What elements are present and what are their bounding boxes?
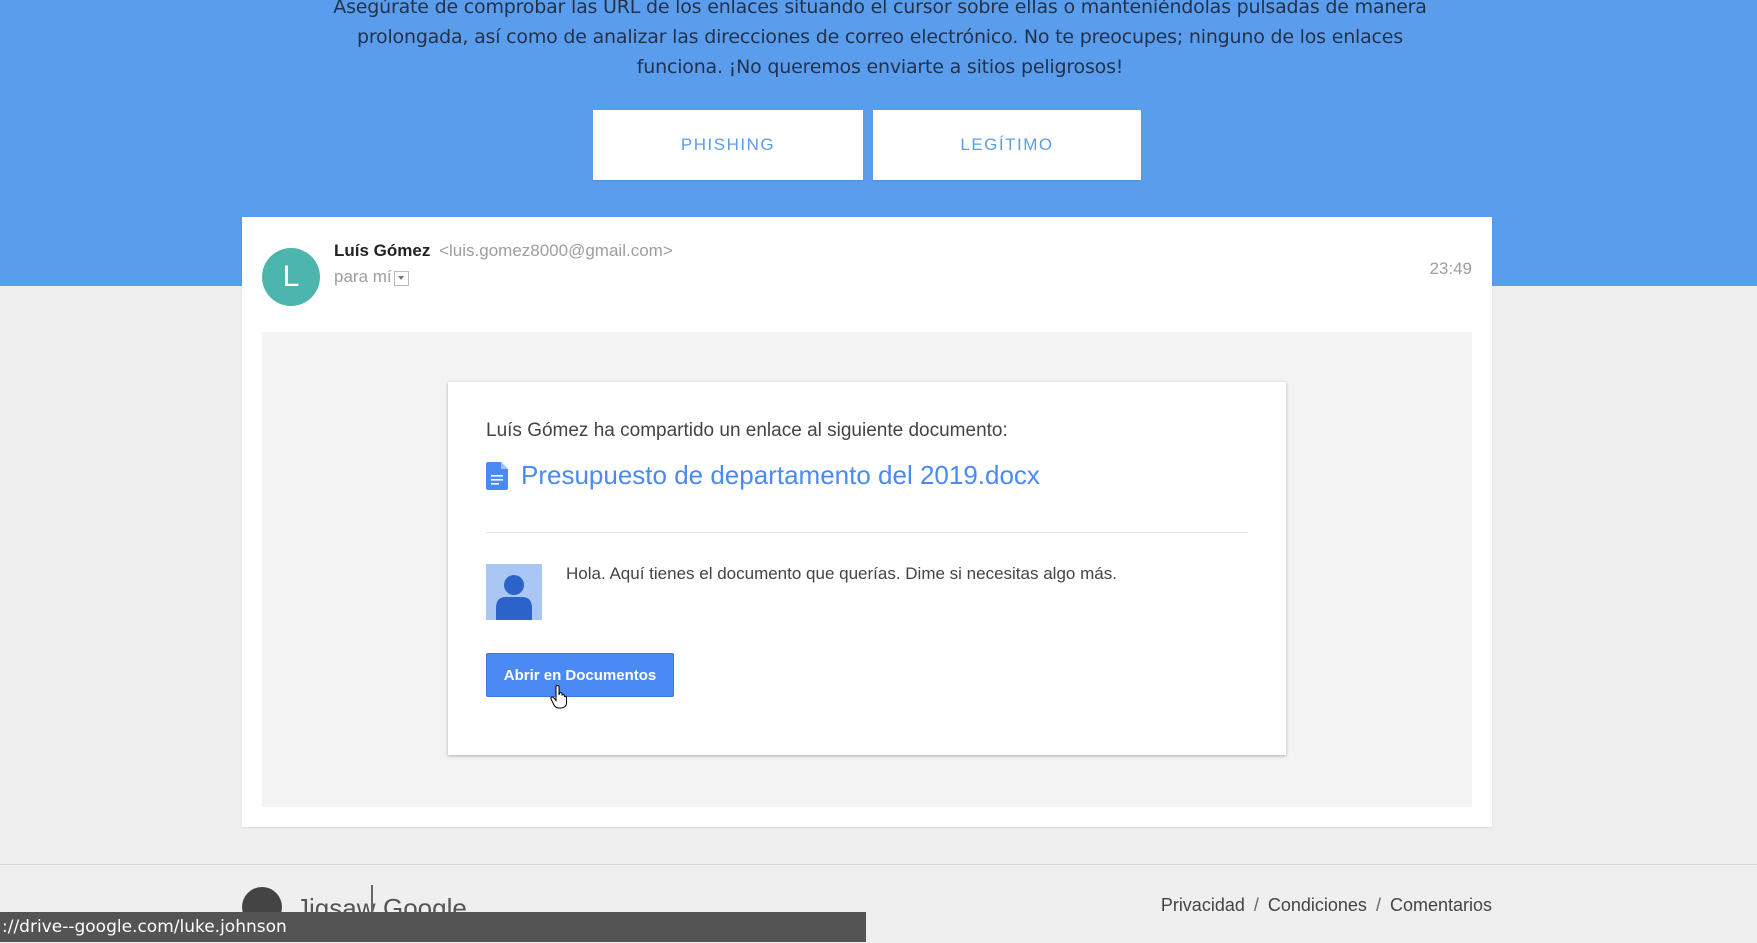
footer-links: Privacidad / Condiciones / Comentarios (1161, 895, 1492, 916)
legitimate-button[interactable]: LEGÍTIMO (873, 110, 1141, 180)
email-panel: L Luís Gómez <luis.gomez8000@gmail.com> … (242, 217, 1492, 827)
quiz-instructions: Asegúrate de comprobar las URL de los en… (333, 0, 1427, 78)
share-card: Luís Gómez ha compartido un enlace al si… (448, 382, 1286, 755)
sender-line: Luís Gómez <luis.gomez8000@gmail.com> (334, 241, 673, 261)
sender-avatar: L (262, 248, 320, 306)
recipient-line: para mí (334, 267, 409, 287)
privacy-link[interactable]: Privacidad (1161, 895, 1245, 916)
document-title[interactable]: Presupuesto de departamento del 2019.doc… (521, 460, 1040, 491)
sender-name: Luís Gómez (334, 241, 431, 260)
sender-email[interactable]: <luis.gomez8000@gmail.com> (439, 241, 673, 260)
person-icon (496, 575, 532, 620)
link-separator: / (1375, 895, 1381, 915)
open-in-docs-button[interactable]: Abrir en Documentos (486, 653, 674, 697)
document-link[interactable]: Presupuesto de departamento del 2019.doc… (486, 460, 1040, 491)
share-message: Hola. Aquí tienes el documento que querí… (566, 564, 1117, 583)
email-body: Luís Gómez ha compartido un enlace al si… (262, 332, 1472, 807)
terms-link[interactable]: Condiciones (1268, 895, 1367, 916)
sender-profile-picture (486, 564, 542, 620)
link-separator: / (1253, 895, 1259, 915)
hand-pointer-icon (550, 685, 567, 709)
phishing-button[interactable]: PHISHING (593, 110, 863, 180)
recipient-label: para mí (334, 267, 392, 286)
email-time: 23:49 (1429, 259, 1472, 278)
feedback-link[interactable]: Comentarios (1390, 895, 1492, 916)
share-intro: Luís Gómez ha compartido un enlace al si… (486, 420, 1008, 441)
link-status-bar: ://drive--google.com/luke.johnson (0, 912, 866, 942)
card-divider (486, 532, 1248, 533)
google-doc-icon (486, 461, 508, 490)
details-dropdown-icon[interactable] (393, 270, 409, 286)
